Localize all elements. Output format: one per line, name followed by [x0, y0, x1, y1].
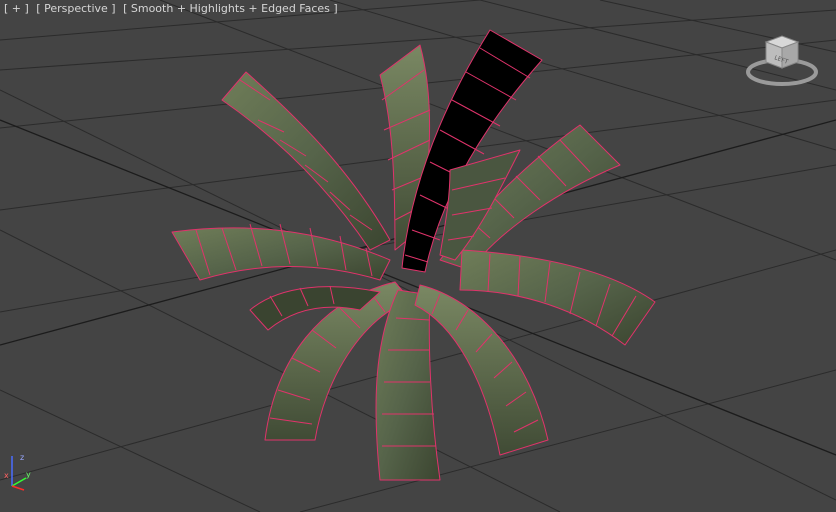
viewport-view-label[interactable]: [ Perspective ]: [36, 2, 115, 15]
leaf: [221, 71, 391, 251]
viewcube[interactable]: LEFT: [744, 28, 822, 90]
perspective-viewport[interactable]: [ + ] [ Perspective ] [ Smooth + Highlig…: [0, 0, 836, 512]
viewport-shading-label[interactable]: [ Smooth + Highlights + Edged Faces ]: [123, 2, 338, 15]
axis-tripod: z x y: [4, 453, 31, 491]
axis-x-label: x: [4, 471, 9, 480]
axis-x-line: [11, 485, 25, 491]
axis-y-line: [11, 477, 27, 487]
axis-y-label: y: [26, 470, 31, 479]
leaf: [171, 227, 391, 281]
viewport-label-bar: [ + ] [ Perspective ] [ Smooth + Highlig…: [4, 2, 338, 15]
viewport-menu-button[interactable]: [ + ]: [4, 2, 29, 15]
axis-z-label: z: [20, 453, 24, 462]
leaf: [414, 284, 549, 456]
viewport-scene[interactable]: [0, 0, 836, 512]
